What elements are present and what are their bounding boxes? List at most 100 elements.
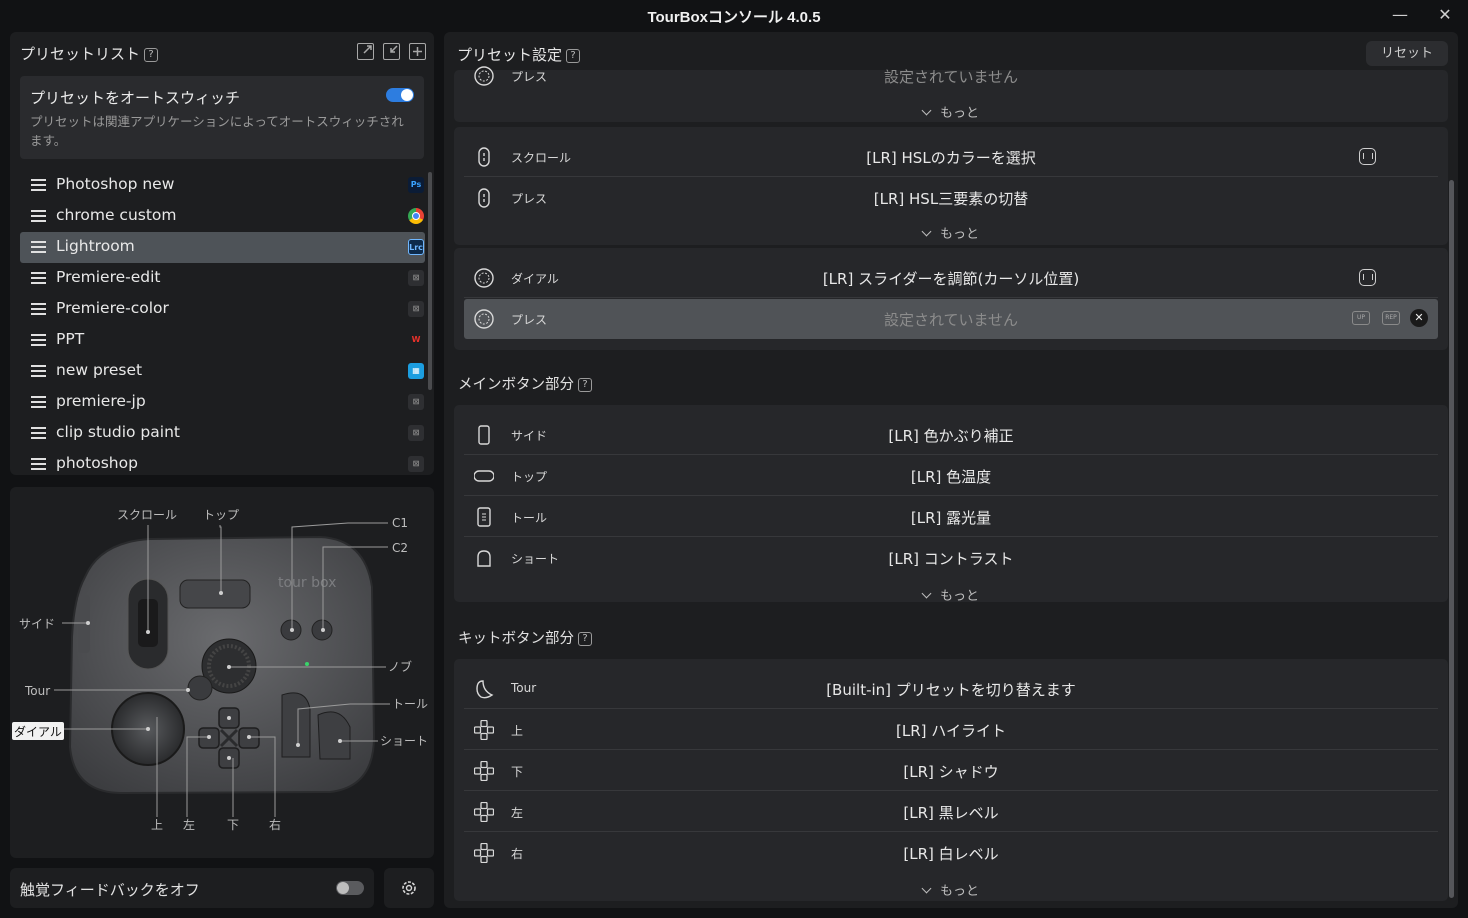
knob-icon [474, 66, 494, 86]
preset-item[interactable]: photoshop ⊠ [20, 449, 425, 475]
export-icon[interactable] [357, 43, 374, 60]
minimize-button[interactable]: — [1385, 4, 1415, 26]
drag-handle-icon[interactable] [31, 179, 46, 191]
label-knob: ノブ [388, 659, 412, 674]
dial-icon [474, 309, 494, 329]
help-icon[interactable]: ? [144, 47, 159, 62]
preset-list: Photoshop new Ps chrome custom Lightroom Lrc… [20, 170, 425, 475]
preset-list-scrollbar[interactable] [428, 172, 432, 390]
more-button[interactable]: もっと [454, 880, 1448, 899]
help-icon[interactable]: ? [578, 378, 592, 392]
drag-handle-icon[interactable] [31, 334, 46, 346]
settings-button[interactable] [384, 868, 434, 908]
top-row[interactable]: トップ [LR] 色温度 [464, 456, 1438, 496]
import-icon[interactable] [383, 43, 400, 60]
clear-icon[interactable]: ✕ [1410, 309, 1428, 327]
dpad-icon [473, 842, 495, 864]
short-row[interactable]: ショート [LR] コントラスト [464, 538, 1438, 578]
dial-row[interactable]: ダイアル [LR] スライダーを調節(カーソル位置) [464, 258, 1438, 298]
tour-row[interactable]: Tour [Built-in] プリセットを切り替えます [464, 669, 1438, 709]
preset-item[interactable]: Premiere-color ⊠ [20, 294, 425, 325]
top-button-shape[interactable] [179, 579, 251, 609]
wps-icon: W [411, 335, 421, 344]
preset-item[interactable]: Photoshop new Ps [20, 170, 425, 201]
row-value: [LR] ハイライト [896, 722, 1006, 740]
preset-settings-panel: プリセット設定? リセット プレス 設定されていません もっと スクロール [L… [444, 32, 1458, 908]
knob-press-row[interactable]: プレス 設定されていません [464, 56, 1438, 92]
device-diagram-panel: tour box スクロール トップ C1 C2 サイド ノブ Tour トール… [10, 487, 434, 858]
dpad-right-row[interactable]: 右 [LR] 白レベル [464, 833, 1438, 873]
chrome-icon [408, 208, 424, 224]
preset-name: photoshop [56, 454, 138, 472]
row-value: 設定されていません [883, 311, 1019, 329]
tourbox-device-diagram: tour box スクロール トップ C1 C2 サイド ノブ Tour トール… [12, 508, 428, 832]
row-label: Tour [511, 681, 537, 695]
haptic-wave-icon[interactable] [1359, 269, 1376, 286]
more-button[interactable]: もっと [454, 223, 1448, 242]
tall-icon [474, 507, 494, 527]
drag-handle-icon[interactable] [31, 427, 46, 439]
drag-handle-icon[interactable] [31, 210, 46, 222]
drag-handle-icon[interactable] [31, 365, 46, 377]
row-value: [LR] 黒レベル [903, 804, 999, 822]
dial-press-row[interactable]: プレス 設定されていません UP REP ✕ [464, 299, 1438, 339]
status-led [305, 662, 309, 666]
generic-app-icon: ⊠ [408, 394, 424, 410]
rep-badge[interactable]: REP [1382, 311, 1400, 325]
dpad-icon [473, 801, 495, 823]
dpad-down-row[interactable]: 下 [LR] シャドウ [464, 751, 1438, 791]
tall-row[interactable]: トール [LR] 露光量 [464, 497, 1438, 537]
autoswitch-description: プリセットは関連アプリケーションによってオートスウィッチされます。 [30, 114, 404, 148]
more-button[interactable]: もっと [454, 585, 1448, 604]
haptic-wave-icon[interactable] [1359, 148, 1376, 165]
row-label: プレス [511, 70, 548, 84]
chevron-down-icon [921, 588, 932, 599]
settings-scrollbar[interactable] [1449, 180, 1454, 898]
preset-item[interactable]: Lightroom Lrc [20, 232, 425, 263]
preset-item[interactable]: PPT W [20, 325, 425, 356]
label-up: 上 [151, 818, 163, 832]
preset-name: Premiere-edit [56, 268, 161, 286]
short-button-shape[interactable] [317, 711, 351, 760]
label-left: 左 [183, 817, 195, 832]
drag-handle-icon[interactable] [31, 241, 46, 253]
tour-button-shape[interactable] [187, 675, 213, 701]
preset-list-title-text: プリセットリスト [20, 45, 141, 63]
preset-item[interactable]: new preset ▦ [20, 356, 425, 387]
drag-handle-icon[interactable] [31, 303, 46, 315]
grid-app-icon: ▦ [408, 363, 424, 379]
side-row[interactable]: サイド [LR] 色かぶり補正 [464, 415, 1438, 455]
more-button[interactable]: もっと [454, 102, 1448, 121]
photoshop-icon: Ps [408, 177, 424, 193]
scroll-row[interactable]: スクロール [LR] HSLのカラーを選択 [464, 137, 1438, 177]
drag-handle-icon[interactable] [31, 272, 46, 284]
preset-name: PPT [56, 330, 85, 348]
scroll-press-row[interactable]: プレス [LR] HSL三要素の切替 [464, 178, 1438, 218]
up-badge[interactable]: UP [1352, 311, 1370, 325]
preset-item[interactable]: Premiere-edit ⊠ [20, 263, 425, 294]
close-button[interactable]: ✕ [1430, 4, 1460, 26]
label-scroll: スクロール [117, 508, 177, 522]
haptic-toggle[interactable] [336, 881, 364, 895]
help-icon[interactable]: ? [578, 632, 592, 646]
row-value: [LR] HSL三要素の切替 [873, 190, 1029, 208]
label-tall: トール [392, 697, 428, 711]
drag-handle-icon[interactable] [31, 396, 46, 408]
kit-buttons-card: Tour [Built-in] プリセットを切り替えます上 [LR] ハイライト下 [… [454, 659, 1448, 901]
label-dial: ダイアル [14, 724, 62, 739]
tall-button-shape[interactable] [281, 692, 311, 758]
row-label: スクロール [511, 151, 572, 165]
more-label: もっと [939, 106, 979, 121]
dpad-up-row[interactable]: 上 [LR] ハイライト [464, 710, 1438, 750]
preset-item[interactable]: premiere-jp ⊠ [20, 387, 425, 418]
add-preset-icon[interactable] [409, 43, 426, 60]
chevron-down-icon [921, 883, 932, 894]
row-label: ダイアル [511, 272, 559, 286]
label-c1: C1 [392, 516, 408, 530]
row-label: プレス [511, 192, 548, 206]
preset-item[interactable]: chrome custom [20, 201, 425, 232]
drag-handle-icon[interactable] [31, 458, 46, 470]
dpad-left-row[interactable]: 左 [LR] 黒レベル [464, 792, 1438, 832]
autoswitch-toggle[interactable] [386, 88, 414, 102]
preset-item[interactable]: clip studio paint ⊠ [20, 418, 425, 449]
